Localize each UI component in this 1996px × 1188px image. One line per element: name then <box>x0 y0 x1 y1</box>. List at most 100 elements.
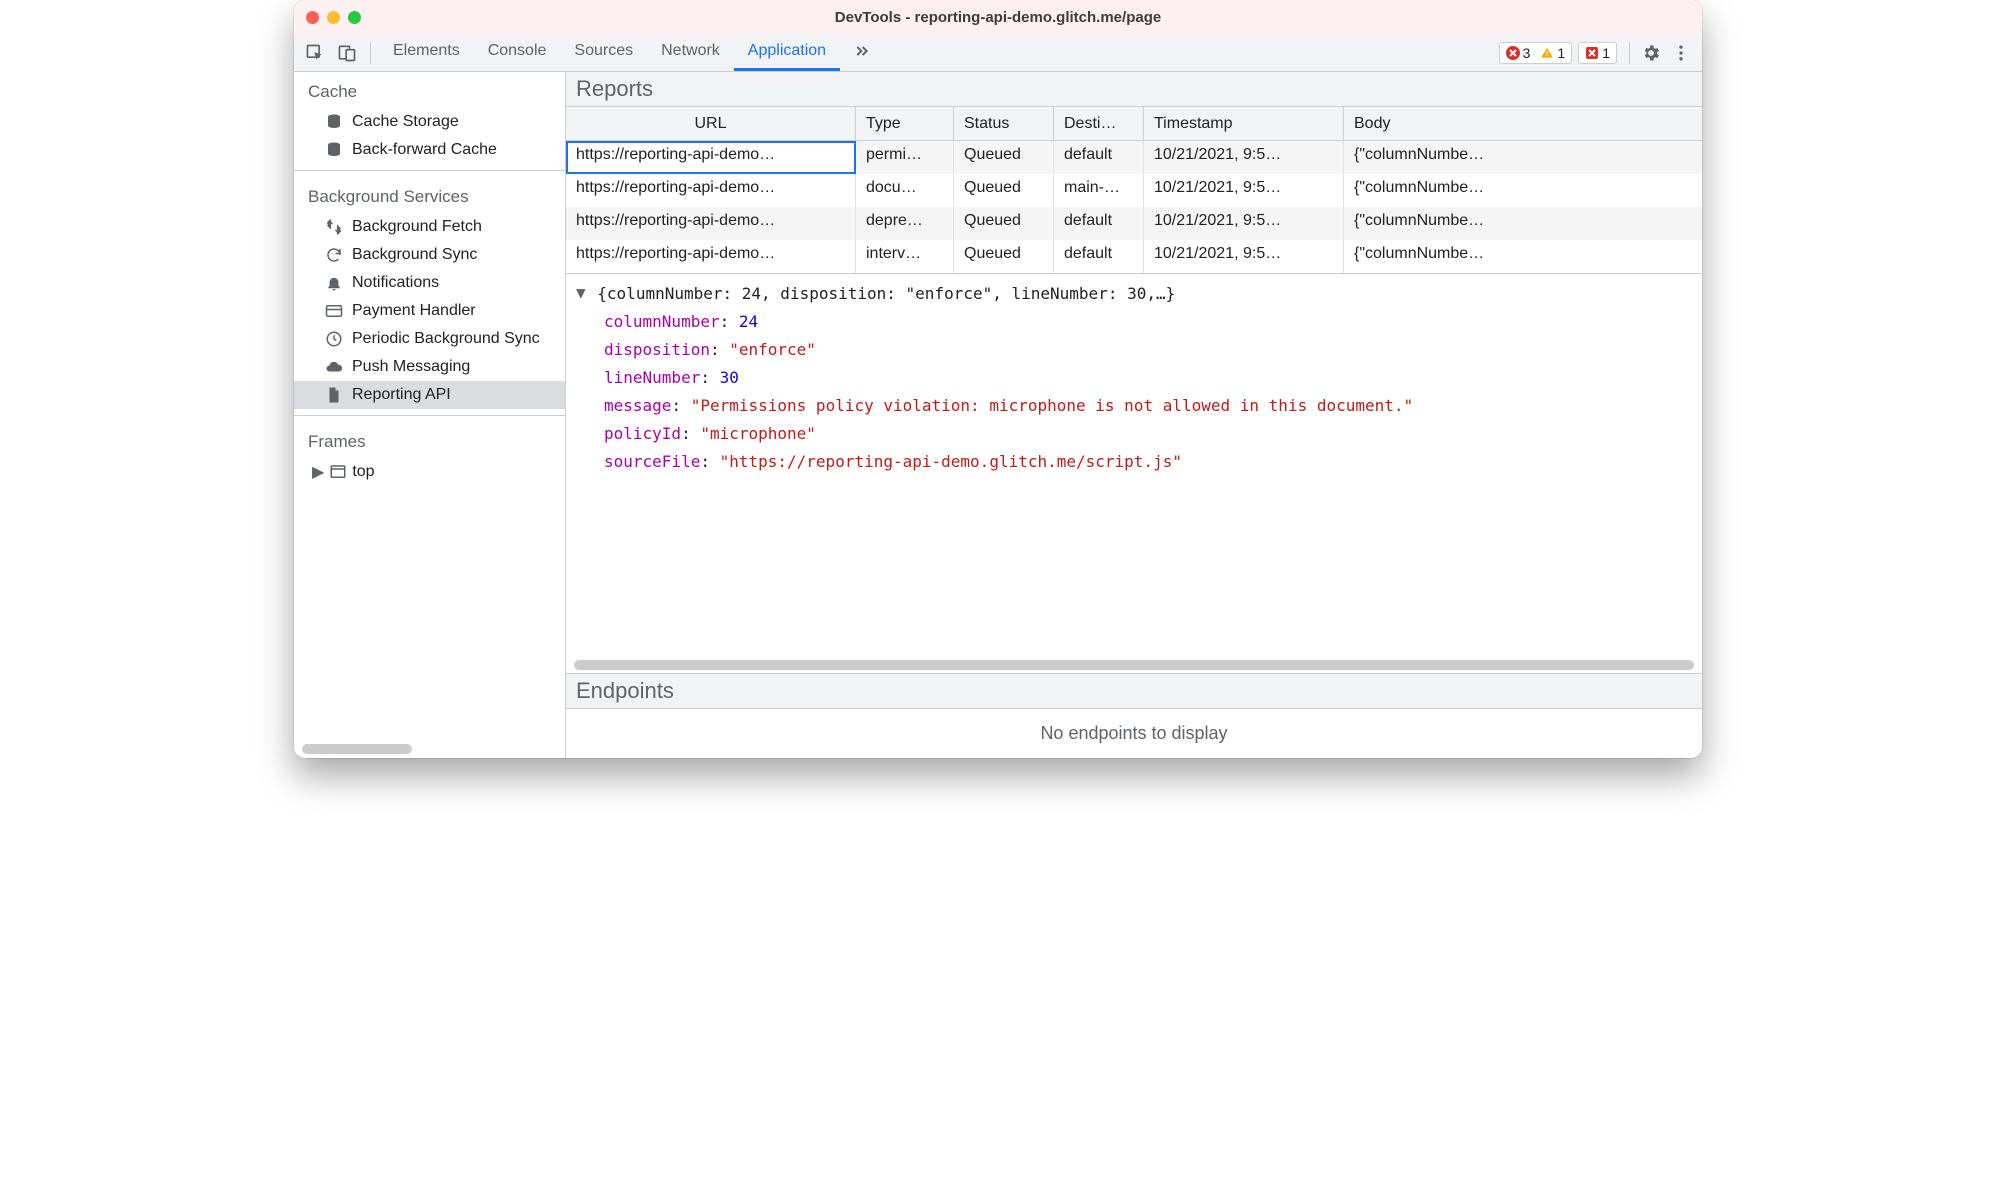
warning-count: 1 <box>1557 45 1565 61</box>
devtools-window: DevTools - reporting-api-demo.glitch.me/… <box>294 0 1702 758</box>
tab-console[interactable]: Console <box>474 34 561 71</box>
cell-dest: default <box>1054 207 1144 240</box>
cell-ts: 10/21/2021, 9:5… <box>1144 141 1344 174</box>
cell-ts: 10/21/2021, 9:5… <box>1144 174 1344 207</box>
col-status[interactable]: Status <box>954 107 1054 140</box>
bell-icon <box>324 273 344 293</box>
issues-counter[interactable]: 1 <box>1578 42 1617 64</box>
maximize-window[interactable] <box>348 11 361 24</box>
sidebar-item-bg-sync[interactable]: Background Sync <box>294 241 565 269</box>
transfer-icon <box>324 217 344 237</box>
file-icon <box>324 385 344 405</box>
card-icon <box>324 301 344 321</box>
cell-url: https://reporting-api-demo… <box>566 174 856 207</box>
inspect-icon[interactable] <box>300 38 330 68</box>
sidebar-item-label: Payment Handler <box>352 302 476 320</box>
table-row[interactable]: https://reporting-api-demo… interv… Queu… <box>566 240 1702 273</box>
detail-prop: sourceFile: "https://reporting-api-demo.… <box>576 448 1692 476</box>
table-row[interactable]: https://reporting-api-demo… permi… Queue… <box>566 141 1702 174</box>
separator <box>1629 42 1630 64</box>
sidebar-item-frame-top[interactable]: ▶ top <box>294 458 565 486</box>
cell-url: https://reporting-api-demo… <box>566 141 856 174</box>
cell-url: https://reporting-api-demo… <box>566 240 856 273</box>
sidebar-item-payment[interactable]: Payment Handler <box>294 297 565 325</box>
sidebar-item-label: Back-forward Cache <box>352 141 497 159</box>
separator <box>370 42 371 64</box>
cell-status: Queued <box>954 207 1054 240</box>
sidebar-item-cache-storage[interactable]: Cache Storage <box>294 108 565 136</box>
tabs-overflow[interactable] <box>840 34 884 71</box>
error-count: 3 <box>1523 45 1531 61</box>
col-type[interactable]: Type <box>856 107 954 140</box>
cell-dest: default <box>1054 240 1144 273</box>
separator <box>294 170 565 171</box>
col-url[interactable]: URL <box>566 107 856 140</box>
top-toolbar: Elements Console Sources Network Applica… <box>294 34 1702 72</box>
titlebar: DevTools - reporting-api-demo.glitch.me/… <box>294 0 1702 34</box>
settings-button[interactable] <box>1636 38 1666 68</box>
cell-status: Queued <box>954 141 1054 174</box>
detail-scrollbar[interactable] <box>566 657 1702 673</box>
sidebar-item-label: top <box>352 463 374 481</box>
separator <box>294 415 565 416</box>
table-row[interactable]: https://reporting-api-demo… docu… Queued… <box>566 174 1702 207</box>
detail-prop: columnNumber: 24 <box>576 308 1692 336</box>
reports-table: URL Type Status Desti… Timestamp Body ht… <box>566 107 1702 273</box>
error-icon <box>1506 46 1520 60</box>
reports-headers: URL Type Status Desti… Timestamp Body <box>566 107 1702 141</box>
detail-prop: lineNumber: 30 <box>576 364 1692 392</box>
reports-rows: https://reporting-api-demo… permi… Queue… <box>566 141 1702 273</box>
cell-url: https://reporting-api-demo… <box>566 207 856 240</box>
cell-type: permi… <box>856 141 954 174</box>
detail-summary[interactable]: ▼ {columnNumber: 24, disposition: "enfor… <box>576 280 1692 308</box>
sidebar-section-frames: Frames <box>294 422 565 458</box>
sidebar-item-periodic[interactable]: Periodic Background Sync <box>294 325 565 353</box>
chevron-right-icon: ▶ <box>312 462 324 482</box>
sidebar-scrollbar[interactable] <box>294 740 565 758</box>
warning-icon <box>1540 46 1554 60</box>
detail-prop: disposition: "enforce" <box>576 336 1692 364</box>
tab-sources[interactable]: Sources <box>560 34 647 71</box>
sidebar-item-label: Push Messaging <box>352 358 470 376</box>
tab-elements[interactable]: Elements <box>379 34 474 71</box>
close-window[interactable] <box>306 11 319 24</box>
device-toggle-icon[interactable] <box>332 38 362 68</box>
clock-icon <box>324 329 344 349</box>
kebab-icon <box>1671 43 1691 63</box>
sidebar-item-label: Background Fetch <box>352 218 482 236</box>
detail-prop: policyId: "microphone" <box>576 420 1692 448</box>
chevron-down-icon: ▼ <box>576 279 586 307</box>
minimize-window[interactable] <box>327 11 340 24</box>
content: Cache Cache Storage Back-forward Cache B… <box>294 72 1702 758</box>
issue-icon <box>1585 46 1599 60</box>
cell-ts: 10/21/2021, 9:5… <box>1144 207 1344 240</box>
col-timestamp[interactable]: Timestamp <box>1144 107 1344 140</box>
more-button[interactable] <box>1666 38 1696 68</box>
cell-body: {"columnNumbe… <box>1344 240 1702 273</box>
table-row[interactable]: https://reporting-api-demo… depre… Queue… <box>566 207 1702 240</box>
col-destination[interactable]: Desti… <box>1054 107 1144 140</box>
gear-icon <box>1641 43 1661 63</box>
cell-ts: 10/21/2021, 9:5… <box>1144 240 1344 273</box>
sidebar-item-label: Reporting API <box>352 386 451 404</box>
endpoints-title: Endpoints <box>566 673 1702 709</box>
sidebar-item-reporting-api[interactable]: Reporting API <box>294 381 565 409</box>
report-detail: ▼ {columnNumber: 24, disposition: "enfor… <box>566 273 1702 657</box>
detail-prop: message: "Permissions policy violation: … <box>576 392 1692 420</box>
issues-count: 1 <box>1602 45 1610 61</box>
toolbar-right: 3 1 1 <box>1499 38 1696 68</box>
tab-network[interactable]: Network <box>647 34 734 71</box>
cell-body: {"columnNumbe… <box>1344 141 1702 174</box>
application-sidebar: Cache Cache Storage Back-forward Cache B… <box>294 72 566 758</box>
col-body[interactable]: Body <box>1344 107 1702 140</box>
sidebar-item-notifications[interactable]: Notifications <box>294 269 565 297</box>
main-panel: Reports URL Type Status Desti… Timestamp… <box>566 72 1702 758</box>
cell-body: {"columnNumbe… <box>1344 207 1702 240</box>
reports-title: Reports <box>566 72 1702 107</box>
cloud-icon <box>324 357 344 377</box>
console-counters[interactable]: 3 1 <box>1499 42 1573 64</box>
sidebar-item-push[interactable]: Push Messaging <box>294 353 565 381</box>
sidebar-item-bf-cache[interactable]: Back-forward Cache <box>294 136 565 164</box>
tab-application[interactable]: Application <box>734 34 840 71</box>
sidebar-item-bg-fetch[interactable]: Background Fetch <box>294 213 565 241</box>
